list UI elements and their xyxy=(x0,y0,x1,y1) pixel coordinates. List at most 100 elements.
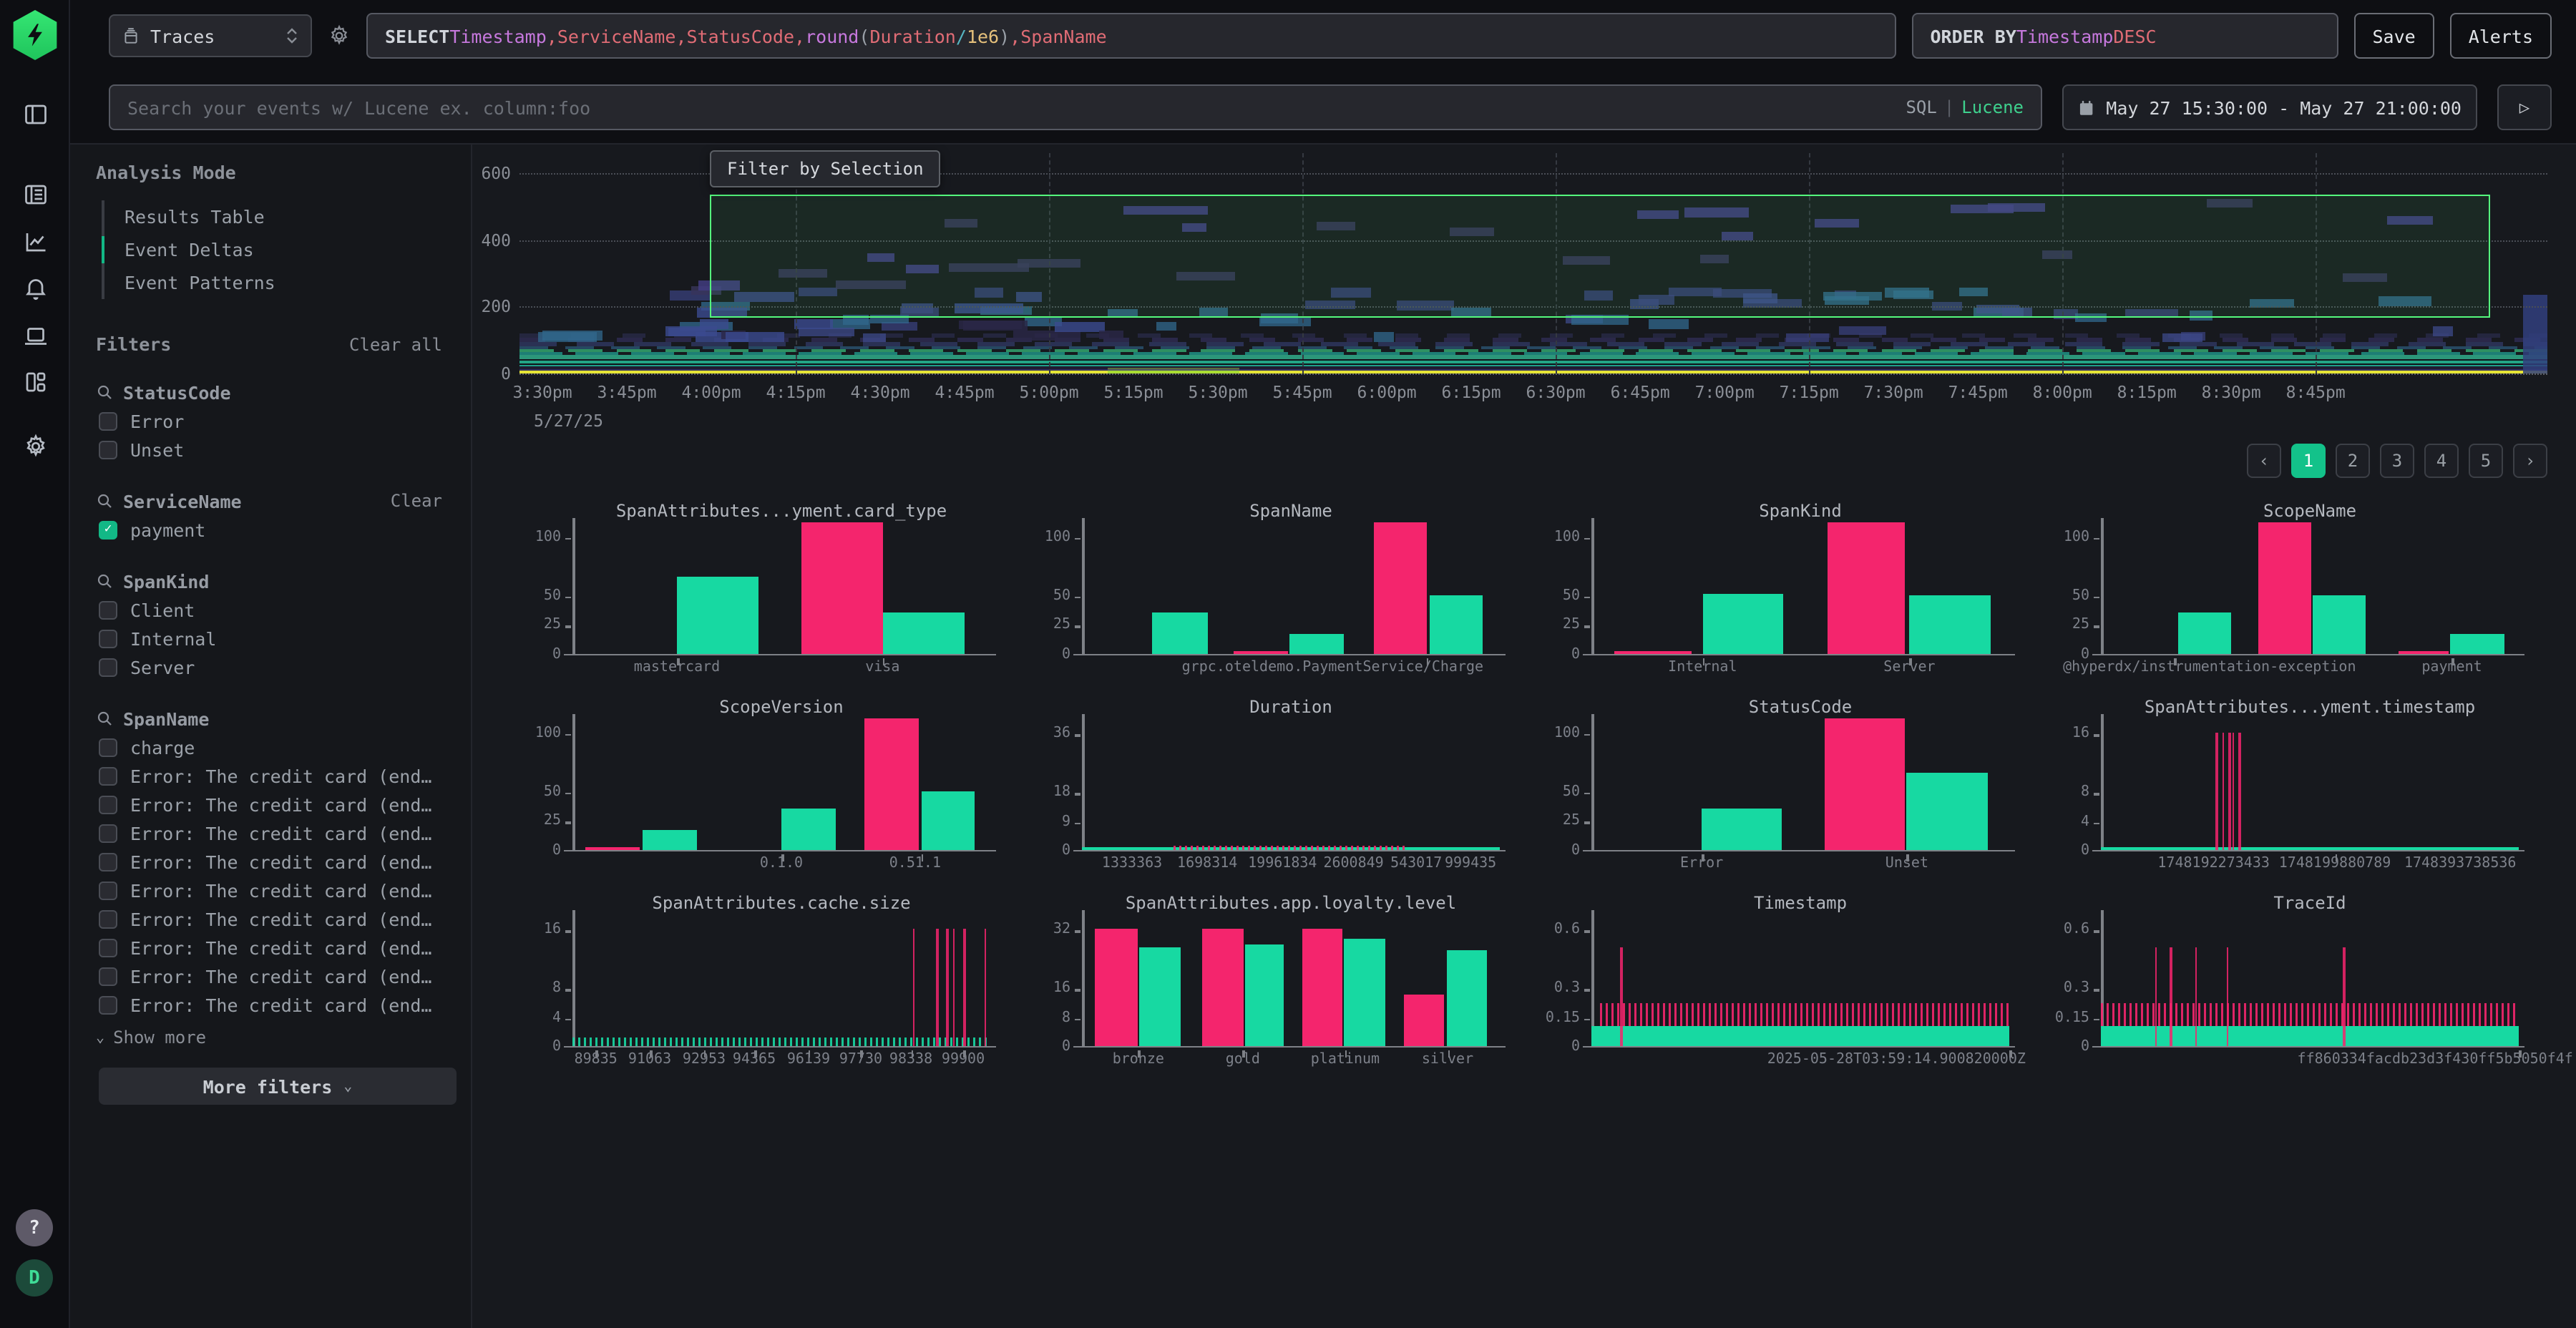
checkbox-unchecked[interactable] xyxy=(99,411,117,430)
checkbox-unchecked[interactable] xyxy=(99,440,117,459)
spike-bar xyxy=(2343,948,2346,1045)
icon-rail: ? D xyxy=(0,0,70,1328)
user-avatar[interactable]: D xyxy=(16,1259,53,1297)
filter-option[interactable]: Internal xyxy=(96,624,442,653)
pagination-prev[interactable]: ‹ xyxy=(2247,444,2281,478)
spike-bar xyxy=(2155,948,2157,1045)
sql-toggle[interactable]: SQL xyxy=(1906,97,1936,117)
pagination-page-5[interactable]: 5 xyxy=(2469,444,2503,478)
heatmap-selection[interactable] xyxy=(710,195,2490,318)
settings-gear-icon[interactable] xyxy=(23,434,49,459)
clear-filter-link[interactable]: Clear xyxy=(391,491,442,511)
y-tick-label: 100 xyxy=(1045,529,1070,545)
x-tick-label: 0.51.1 xyxy=(889,856,941,872)
heatmap-cell xyxy=(1098,330,1123,339)
filter-option[interactable]: Error: The credit card (end… xyxy=(96,933,442,962)
filter-option[interactable]: Unset xyxy=(96,435,442,464)
order-by-input[interactable]: ORDER BY Timestamp DESC xyxy=(1911,13,2338,59)
checkbox-unchecked[interactable] xyxy=(99,909,117,928)
filter-option[interactable]: Error: The credit card (end… xyxy=(96,904,442,933)
analysis-mode-event-deltas[interactable]: Event Deltas xyxy=(104,233,442,266)
filter-option[interactable]: Client xyxy=(96,595,442,624)
mini-chart-x-labels: 0.1.00.51.1 xyxy=(572,851,990,873)
save-button[interactable]: Save xyxy=(2353,13,2434,59)
delta-bar-inlier xyxy=(1702,809,1782,850)
checkbox-checked[interactable]: ✓ xyxy=(99,520,117,539)
run-query-button[interactable]: ▷ xyxy=(2497,84,2552,130)
mini-chart-plot: 10050250 xyxy=(572,524,990,655)
filter-option[interactable]: Error: The credit card (end… xyxy=(96,962,442,990)
filter-option[interactable]: Error: The credit card (end… xyxy=(96,761,442,790)
filter-option-label: Error xyxy=(130,410,184,431)
analysis-mode-results-table[interactable]: Results Table xyxy=(104,200,442,233)
y-tick-label: 0 xyxy=(1062,843,1070,859)
show-more-toggle[interactable]: ⌄ Show more xyxy=(96,1027,442,1048)
filter-option[interactable]: ✓payment xyxy=(96,515,442,544)
filter-option[interactable]: Error: The credit card (end… xyxy=(96,790,442,819)
spike-bar xyxy=(2226,948,2228,1045)
checkbox-unchecked[interactable] xyxy=(99,852,117,871)
search-input[interactable]: Search your events w/ Lucene ex. column:… xyxy=(109,84,2042,130)
select-query-input[interactable]: SELECT Timestamp,ServiceName,StatusCode,… xyxy=(366,13,1896,59)
checkbox-unchecked[interactable] xyxy=(99,629,117,648)
y-tick-mark xyxy=(2094,626,2099,628)
pagination-page-4[interactable]: 4 xyxy=(2424,444,2459,478)
filter-option[interactable]: Server xyxy=(96,653,442,681)
checkbox-unchecked[interactable] xyxy=(99,881,117,899)
panel-left-icon[interactable] xyxy=(23,102,49,127)
spike-bar xyxy=(2216,732,2218,849)
line-chart-icon[interactable] xyxy=(23,229,49,255)
app-root: ? D Traces SELECT Timestamp,ServiceName,… xyxy=(0,0,2576,1328)
mini-chart-title: SpanName xyxy=(1019,501,1528,524)
filter-by-selection-tooltip[interactable]: Filter by Selection xyxy=(710,150,941,187)
pagination-next[interactable]: › xyxy=(2513,444,2547,478)
filter-option[interactable]: Error: The credit card (end… xyxy=(96,990,442,1019)
alerts-button[interactable]: Alerts xyxy=(2450,13,2552,59)
avatar-initial: D xyxy=(29,1267,40,1289)
filter-option[interactable]: Error xyxy=(96,406,442,435)
y-tick-mark xyxy=(565,1018,571,1020)
checkbox-unchecked[interactable] xyxy=(99,967,117,985)
source-settings-gear-icon[interactable] xyxy=(328,24,351,47)
dashboard-icon[interactable] xyxy=(23,369,49,395)
more-filters-button[interactable]: More filters ⌄ xyxy=(99,1068,457,1105)
filter-option[interactable]: Error: The credit card (end… xyxy=(96,847,442,876)
mini-chart-plot: 10050250 xyxy=(1591,524,2009,655)
checkbox-unchecked[interactable] xyxy=(99,795,117,814)
analysis-mode-event-patterns[interactable]: Event Patterns xyxy=(104,266,442,299)
checkbox-unchecked[interactable] xyxy=(99,766,117,785)
filter-option[interactable]: charge xyxy=(96,733,442,761)
spike-bar xyxy=(947,928,949,1045)
y-tick-label: 16 xyxy=(544,922,561,937)
clear-all-link[interactable]: Clear all xyxy=(349,334,442,354)
filter-option[interactable]: Error: The credit card (end… xyxy=(96,876,442,904)
language-toggle[interactable]: SQL|Lucene xyxy=(1906,97,2024,117)
query-token: ORDER BY xyxy=(1930,25,2016,47)
checkbox-unchecked[interactable] xyxy=(99,938,117,957)
filter-option[interactable]: Error: The credit card (end… xyxy=(96,819,442,847)
y-tick-label: 25 xyxy=(1053,617,1070,633)
checkbox-unchecked[interactable] xyxy=(99,824,117,842)
hyperdx-logo[interactable] xyxy=(11,10,59,60)
source-select[interactable]: Traces xyxy=(109,14,312,57)
pagination-page-2[interactable]: 2 xyxy=(2336,444,2370,478)
date-range-picker[interactable]: May 27 15:30:00 - May 27 21:00:00 xyxy=(2062,84,2477,130)
y-tick-mark xyxy=(1075,793,1080,795)
lucene-toggle[interactable]: Lucene xyxy=(1961,97,2024,117)
laptop-icon[interactable] xyxy=(23,323,49,349)
pagination-page-1[interactable]: 1 xyxy=(2291,444,2326,478)
mini-chart: SpanAttributes...yment.timestamp16840174… xyxy=(2038,697,2547,873)
help-button[interactable]: ? xyxy=(16,1209,53,1246)
delta-charts-grid: SpanAttributes...yment.card_type10050250… xyxy=(509,501,2547,1069)
bell-icon[interactable] xyxy=(23,275,49,301)
checkbox-unchecked[interactable] xyxy=(99,658,117,676)
checkbox-unchecked[interactable] xyxy=(99,600,117,619)
heatmap-y-tick: 600 xyxy=(474,163,511,183)
checkbox-unchecked[interactable] xyxy=(99,995,117,1014)
search-icon xyxy=(96,492,113,509)
log-view-icon[interactable] xyxy=(23,182,49,208)
x-tick-label: payment xyxy=(2421,660,2482,675)
pagination-page-3[interactable]: 3 xyxy=(2380,444,2414,478)
filter-group-spankind: SpanKindClientInternalServer xyxy=(96,567,442,681)
checkbox-unchecked[interactable] xyxy=(99,738,117,756)
